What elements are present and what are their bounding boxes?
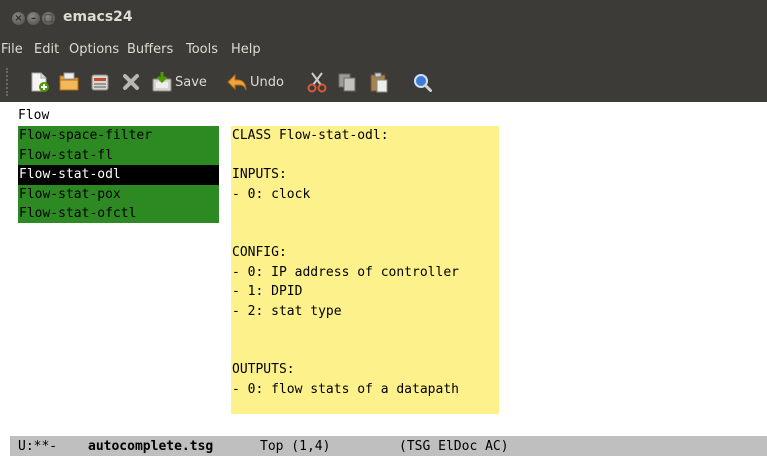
menu-buffers[interactable]: Buffers [127, 42, 173, 57]
doc-class-line: CLASS Flow-stat-odl: [232, 128, 389, 143]
save-icon [152, 72, 172, 92]
close-icon: × [14, 13, 23, 24]
title-bar: × – □ emacs24 [0, 0, 767, 38]
minimize-icon: – [31, 13, 36, 24]
completion-popup: Flow-space-filter Flow-stat-fl Flow-stat… [18, 126, 219, 223]
completion-item[interactable]: Flow-stat-fl [18, 146, 219, 166]
doc-config-item: - 1: DPID [232, 284, 303, 299]
doc-outputs-heading: OUTPUTS: [232, 362, 295, 377]
menu-help[interactable]: Help [231, 42, 261, 57]
window-title: emacs24 [63, 9, 133, 25]
doc-inputs-heading: INPUTS: [232, 167, 287, 182]
doc-output-item: - 0: flow stats of a datapath [232, 381, 459, 397]
save-button[interactable]: Save [151, 70, 207, 94]
paste-button[interactable] [368, 70, 390, 94]
new-file-icon [31, 72, 49, 92]
doc-config-item: - 0: IP address of controller [232, 264, 459, 280]
menu-tools[interactable]: Tools [186, 42, 218, 57]
buffer-text[interactable]: Flow [18, 106, 49, 126]
close-x-icon [123, 74, 139, 90]
minimize-window-button[interactable]: – [27, 12, 40, 25]
editor-area[interactable]: Flow Flow-space-filter Flow-stat-fl Flow… [10, 102, 767, 436]
menu-file[interactable]: File [1, 42, 23, 57]
completion-item[interactable]: Flow-stat-ofctl [18, 204, 219, 224]
copy-icon [338, 73, 356, 92]
undo-label: Undo [250, 74, 284, 90]
doc-input-item: - 0: clock [232, 186, 311, 202]
open-folder-icon [59, 72, 79, 91]
menu-options[interactable]: Options [69, 42, 119, 57]
search-icon [414, 74, 432, 92]
completion-item-selected[interactable]: Flow-stat-odl [18, 165, 219, 185]
cut-button[interactable] [306, 70, 328, 94]
menu-edit[interactable]: Edit [34, 42, 59, 57]
copy-button[interactable] [336, 70, 358, 94]
modeline-modes[interactable]: (TSG ElDoc AC) [399, 437, 509, 457]
doc-config-item: - 2: stat type [232, 303, 342, 319]
save-label: Save [175, 74, 207, 90]
undo-button[interactable]: Undo [226, 70, 284, 94]
close-window-button[interactable]: × [12, 12, 25, 25]
kill-buffer-button[interactable] [89, 70, 111, 94]
toolbar-grip[interactable] [6, 68, 10, 96]
open-file-button[interactable] [58, 70, 80, 94]
modeline-position: Top (1,4) [260, 439, 331, 454]
completion-item[interactable]: Flow-space-filter [18, 126, 219, 146]
modeline-status: U:**- [18, 439, 58, 454]
paste-icon [370, 72, 388, 93]
doc-config-heading: CONFIG: [232, 245, 287, 260]
toolbar: Save Undo [0, 62, 767, 102]
menu-bar: File Edit Options Buffers Tools Help [0, 38, 767, 62]
cut-icon [307, 72, 327, 93]
modeline-buffer-name[interactable]: autocomplete.tsg [88, 437, 213, 457]
kill-buffer-icon [91, 74, 109, 91]
minibuffer[interactable] [10, 456, 767, 466]
documentation-popup: CLASS Flow-stat-odl: INPUTS: - 0: clock … [231, 126, 499, 414]
maximize-window-button[interactable]: □ [42, 12, 55, 25]
search-button[interactable] [411, 70, 433, 94]
new-file-button[interactable] [28, 70, 50, 94]
completion-item[interactable]: Flow-stat-pox [18, 185, 219, 205]
undo-icon [227, 73, 247, 91]
mode-line[interactable]: U:**- autocomplete.tsg Top (1,4) (TSG El… [10, 436, 767, 456]
close-buffer-button[interactable] [120, 70, 142, 94]
maximize-icon: □ [43, 13, 54, 24]
